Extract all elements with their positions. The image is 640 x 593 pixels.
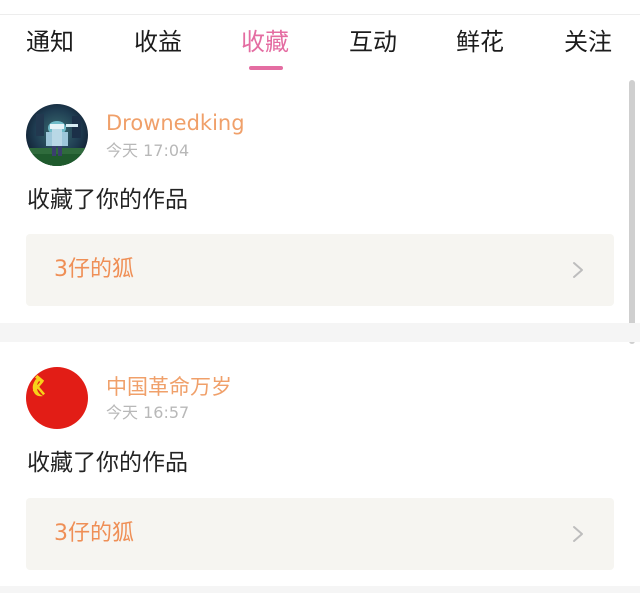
active-tab-indicator [249, 66, 283, 70]
tab-interactions[interactable]: 互动 [349, 25, 397, 59]
work-link-box[interactable]: 3仔的狐 [26, 498, 614, 570]
list-item: 中国革命万岁 今天 16:57 收藏了你的作品 3仔的狐 [0, 342, 640, 593]
work-title: 3仔的狐 [54, 257, 134, 282]
timestamp: 今天 17:04 [106, 141, 190, 160]
tab-notice[interactable]: 通知 [26, 25, 74, 59]
work-link-box[interactable]: 3仔的狐 [26, 234, 614, 306]
chevron-right-icon [573, 262, 583, 278]
timestamp: 今天 16:57 [106, 403, 190, 422]
hammer-sickle-flag-avatar-image [26, 367, 88, 429]
notification-tabs: 通知 收益 收藏 互动 鲜花 关注 [0, 15, 640, 75]
favorites-notifications-screen: 通知 收益 收藏 互动 鲜花 关注 Drownedking 今天 17:04 收… [0, 0, 640, 593]
game-character-avatar-image [26, 104, 88, 166]
chevron-right-icon [573, 526, 583, 542]
item-divider [0, 586, 640, 593]
username[interactable]: 中国革命万岁 [106, 373, 232, 401]
avatar[interactable] [26, 367, 88, 429]
work-title: 3仔的狐 [54, 521, 134, 546]
username[interactable]: Drownedking [106, 109, 245, 137]
list-item: Drownedking 今天 17:04 收藏了你的作品 3仔的狐 [0, 82, 640, 322]
action-text: 收藏了你的作品 [27, 187, 188, 213]
action-text: 收藏了你的作品 [27, 450, 188, 476]
tab-earnings[interactable]: 收益 [134, 25, 182, 59]
top-edge [0, 0, 640, 15]
avatar[interactable] [26, 104, 88, 166]
item-divider [0, 323, 640, 342]
tab-favorites[interactable]: 收藏 [241, 25, 289, 59]
tab-flowers[interactable]: 鲜花 [456, 25, 504, 59]
tab-following[interactable]: 关注 [564, 25, 612, 59]
